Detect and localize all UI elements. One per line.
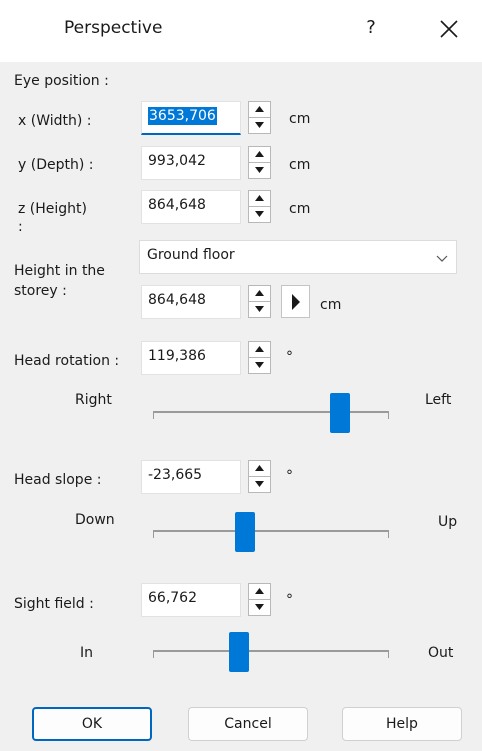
head-slope-right-label: Up bbox=[438, 514, 458, 530]
x-width-unit: cm bbox=[289, 111, 311, 127]
head-rotation-input[interactable]: 119,386 bbox=[141, 341, 241, 375]
head-slope-left-label: Down bbox=[75, 512, 115, 528]
sight-field-right-label: Out bbox=[428, 645, 454, 661]
z-height-spin-down[interactable] bbox=[249, 207, 270, 222]
sight-field-spin-down[interactable] bbox=[249, 600, 270, 615]
head-rotation-label: Head rotation : bbox=[14, 353, 120, 369]
z-height-spinner[interactable] bbox=[248, 190, 271, 223]
storey-menu-button[interactable] bbox=[281, 285, 310, 318]
sight-field-slider-track bbox=[153, 650, 389, 652]
head-slope-label: Head slope : bbox=[14, 472, 102, 488]
sight-field-spinner[interactable] bbox=[248, 583, 271, 616]
head-rotation-spin-up[interactable] bbox=[249, 342, 270, 358]
storey-select[interactable]: Ground floor bbox=[139, 240, 457, 274]
ok-button[interactable]: OK bbox=[32, 707, 152, 741]
eye-position-heading: Eye position : bbox=[14, 73, 109, 89]
storey-height-spinner[interactable] bbox=[248, 285, 271, 318]
head-slope-spin-down[interactable] bbox=[249, 477, 270, 492]
y-depth-spin-down[interactable] bbox=[249, 163, 270, 178]
x-width-value: 3653,706 bbox=[148, 107, 217, 125]
head-rotation-value: 119,386 bbox=[148, 348, 206, 364]
storey-height-spin-up[interactable] bbox=[249, 286, 270, 302]
x-width-spinner[interactable] bbox=[248, 101, 271, 134]
cancel-button[interactable]: Cancel bbox=[188, 707, 308, 741]
head-slope-slider-tick-max bbox=[388, 530, 389, 538]
x-width-spin-down[interactable] bbox=[249, 118, 270, 133]
head-rotation-right-label: Left bbox=[425, 392, 452, 408]
y-depth-input[interactable]: 993,042 bbox=[141, 146, 241, 180]
chevron-down-icon bbox=[436, 251, 448, 267]
y-depth-value: 993,042 bbox=[148, 153, 206, 169]
storey-height-value: 864,648 bbox=[148, 292, 206, 308]
storey-height-unit: cm bbox=[320, 297, 342, 313]
head-rotation-slider-thumb[interactable] bbox=[330, 393, 350, 433]
play-arrow-icon bbox=[292, 294, 300, 310]
close-icon[interactable] bbox=[437, 17, 461, 41]
storey-selected-value: Ground floor bbox=[147, 247, 235, 263]
sight-field-label: Sight field : bbox=[14, 596, 94, 612]
z-height-label: z (Height) bbox=[18, 201, 88, 217]
help-title-button[interactable]: ? bbox=[359, 13, 383, 43]
head-slope-slider-tick-min bbox=[153, 530, 154, 538]
head-rotation-slider-track bbox=[153, 411, 389, 413]
z-height-spin-up[interactable] bbox=[249, 191, 270, 207]
sight-field-input[interactable]: 66,762 bbox=[141, 583, 241, 617]
z-height-value: 864,648 bbox=[148, 197, 206, 213]
y-depth-label: y (Depth) : bbox=[18, 157, 94, 173]
head-rotation-left-label: Right bbox=[75, 392, 112, 408]
head-slope-slider[interactable] bbox=[153, 512, 389, 552]
head-slope-spin-up[interactable] bbox=[249, 461, 270, 477]
head-rotation-slider-tick-min bbox=[153, 411, 154, 419]
head-slope-slider-track bbox=[153, 530, 389, 532]
sight-field-slider-tick-min bbox=[153, 650, 154, 658]
z-height-label-colon: : bbox=[18, 219, 23, 235]
perspective-dialog: Perspective ? Eye position : x (Width) :… bbox=[0, 0, 482, 751]
head-slope-slider-thumb[interactable] bbox=[235, 512, 255, 552]
head-slope-spinner[interactable] bbox=[248, 460, 271, 493]
dialog-title: Perspective bbox=[64, 18, 163, 38]
title-bar: Perspective ? bbox=[0, 0, 482, 62]
z-height-input[interactable]: 864,648 bbox=[141, 190, 241, 224]
help-button[interactable]: Help bbox=[342, 707, 462, 741]
sight-field-unit: ° bbox=[286, 592, 293, 608]
head-slope-unit: ° bbox=[286, 468, 293, 484]
x-width-label: x (Width) : bbox=[18, 113, 92, 129]
y-depth-spin-up[interactable] bbox=[249, 147, 270, 163]
head-rotation-unit: ° bbox=[286, 349, 293, 365]
height-in-storey-label: Height in the bbox=[14, 263, 105, 279]
x-width-spin-up[interactable] bbox=[249, 102, 270, 118]
sight-field-left-label: In bbox=[80, 645, 94, 661]
sight-field-spin-up[interactable] bbox=[249, 584, 270, 600]
z-height-unit: cm bbox=[289, 201, 311, 217]
head-rotation-spin-down[interactable] bbox=[249, 358, 270, 373]
sight-field-value: 66,762 bbox=[148, 590, 197, 606]
x-width-input[interactable]: 3653,706 bbox=[141, 101, 241, 135]
sight-field-slider-tick-max bbox=[388, 650, 389, 658]
head-slope-input[interactable]: -23,665 bbox=[141, 460, 241, 494]
head-slope-value: -23,665 bbox=[148, 467, 203, 483]
y-depth-unit: cm bbox=[289, 157, 311, 173]
sight-field-slider-thumb[interactable] bbox=[229, 632, 249, 672]
sight-field-slider[interactable] bbox=[153, 632, 389, 672]
y-depth-spinner[interactable] bbox=[248, 146, 271, 179]
height-in-storey-label-line2: storey : bbox=[14, 283, 67, 299]
storey-height-input[interactable]: 864,648 bbox=[141, 285, 241, 319]
head-rotation-slider-tick-max bbox=[388, 411, 389, 419]
head-rotation-slider[interactable] bbox=[153, 393, 389, 433]
head-rotation-spinner[interactable] bbox=[248, 341, 271, 374]
storey-height-spin-down[interactable] bbox=[249, 302, 270, 317]
